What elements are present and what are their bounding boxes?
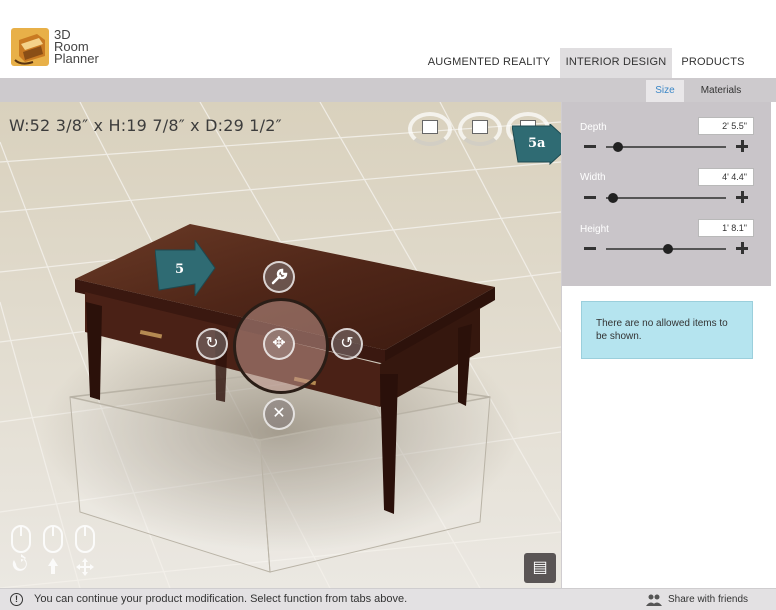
height-increase-button[interactable] [736,242,748,254]
depth-increase-button[interactable] [736,140,748,152]
height-decrease-button[interactable] [584,247,596,250]
wrench-icon[interactable] [263,261,295,293]
height-slider-thumb[interactable] [663,244,674,254]
size-panel: Depth 2' 5.5" Width 4' 4.4" Height 1' 8.… [562,102,771,286]
width-slider-thumb[interactable] [608,193,619,203]
rotate-ccw-icon[interactable]: ↺ [331,328,363,360]
status-message: You can continue your product modificati… [34,593,408,605]
height-label: Height [580,224,609,235]
wrench-glyph [271,268,288,285]
depth-label: Depth [580,122,607,133]
info-icon: ! [10,593,23,606]
width-value[interactable]: 4' 4.4" [698,168,754,186]
callout-5: 5 [154,238,217,298]
depth-value[interactable]: 2' 5.5" [698,117,754,135]
view-3d-button[interactable] [408,112,452,146]
callout-5-label: 5 [175,262,185,277]
armchair-logo-icon[interactable] [11,26,51,68]
depth-decrease-button[interactable] [584,145,596,148]
tab-interior-design[interactable]: INTERIOR DESIGN [560,48,672,78]
width-label: Width [580,172,606,183]
depth-slider[interactable] [606,142,726,152]
status-bar: ! You can continue your product modifica… [0,588,776,610]
callout-5a-label: 5a [528,136,546,151]
logo-line-3: Planner [54,51,99,66]
callout-arrow-icon [154,238,216,298]
view-2d-button[interactable] [458,112,502,146]
width-increase-button[interactable] [736,191,748,203]
tab-augmented-reality[interactable]: AUGMENTED REALITY [426,48,552,78]
move-arrows-icon[interactable]: ✥ [263,328,295,360]
rotate-cw-icon[interactable]: ↻ [196,328,228,360]
3d-viewport[interactable]: W:52 3/8″ x H:19 7/8″ x D:29 1/2″ 5a 5 ✥… [0,102,561,588]
app-window: 3D Room Planner AUGMENTED REALITY INTERI… [0,0,776,610]
tab-products[interactable]: PRODUCTS [676,48,750,78]
tab-materials[interactable]: Materials [690,80,752,102]
callout-5a: 5a [511,122,561,166]
square-icon [472,120,488,134]
dimensions-readout: W:52 3/8″ x H:19 7/8″ x D:29 1/2″ [9,116,282,135]
height-value[interactable]: 1' 8.1" [698,219,754,237]
people-icon[interactable] [646,594,662,606]
height-slider[interactable] [606,244,726,254]
share-with-friends-link[interactable]: Share with friends [668,594,748,605]
close-icon[interactable]: ✕ [263,398,295,430]
header: 3D Room Planner AUGMENTED REALITY INTERI… [0,0,776,78]
width-slider[interactable] [606,193,726,203]
depth-slider-thumb[interactable] [612,142,623,152]
tab-size[interactable]: Size [646,80,684,102]
info-message: There are no allowed items to be shown. [581,301,753,359]
mouse-controls-hint [11,525,95,576]
right-panel: Depth 2' 5.5" Width 4' 4.4" Height 1' 8.… [561,102,776,588]
cube-icon [422,120,438,134]
width-decrease-button[interactable] [584,196,596,199]
logo-text[interactable]: 3D Room Planner [54,28,99,66]
book-icon[interactable]: ▤ [524,553,556,583]
